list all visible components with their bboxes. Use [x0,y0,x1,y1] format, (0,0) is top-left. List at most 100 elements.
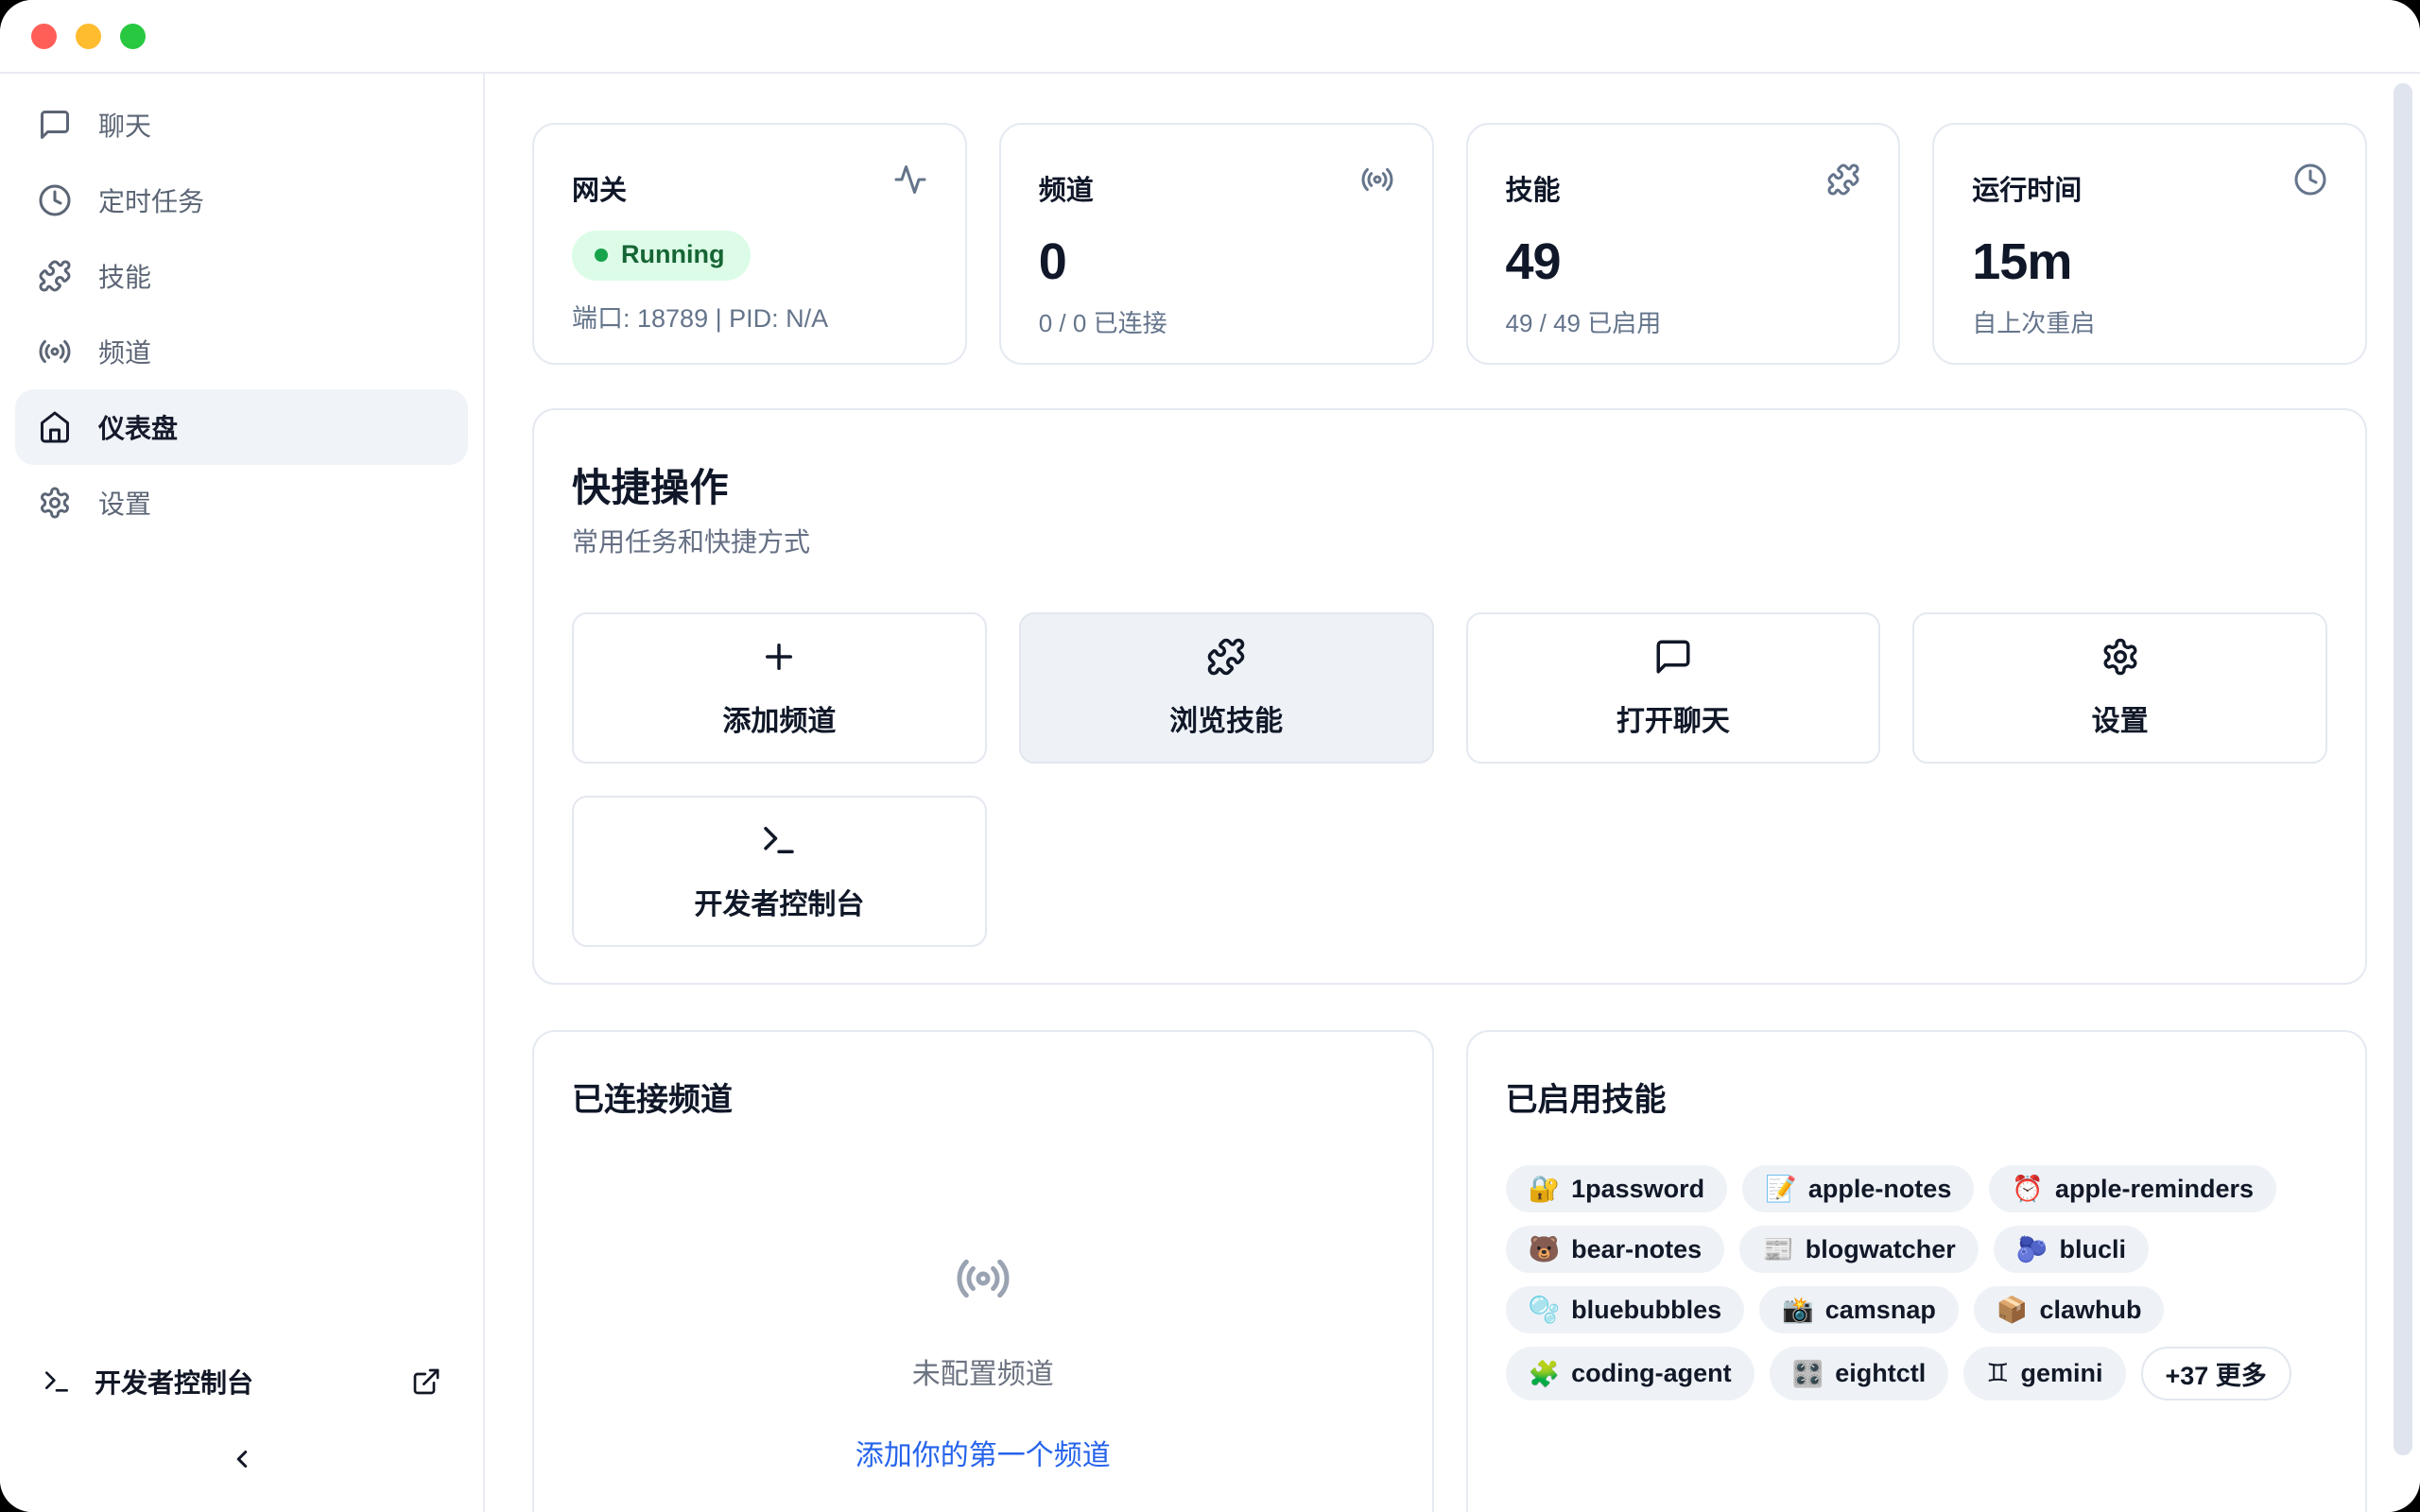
uptime-value: 15m [1972,232,2327,291]
skill-tag: 🔐1password [1506,1165,1728,1212]
dev-console-quick-button[interactable]: 开发者控制台 [572,796,987,947]
radio-icon [955,1250,1011,1307]
sidebar-item-settings[interactable]: 设置 [15,465,468,541]
package-emoji: 📦 [1996,1295,2029,1325]
chevron-left-icon [228,1445,256,1473]
dev-console-label: 开发者控制台 [95,1363,253,1400]
sidebar: 聊天 定时任务 技能 频道 仪表盘 设置 [0,74,485,1512]
enabled-skills-title: 已启用技能 [1506,1074,2328,1120]
app-window: 聊天 定时任务 技能 频道 仪表盘 设置 [0,0,2420,1512]
channels-card-title: 频道 [1039,163,1094,208]
gateway-detail: 端口: 18789 | PID: N/A [572,298,927,335]
skill-tag: ♊gemini [1963,1347,2125,1400]
maximize-button[interactable] [120,24,146,49]
sidebar-item-skills[interactable]: 技能 [15,238,468,314]
radio-icon [1360,163,1394,197]
enabled-skills-card: 已启用技能 🔐1password 📝apple-notes ⏰apple-rem… [1466,1030,2368,1512]
sidebar-item-chat[interactable]: 聊天 [15,87,468,163]
gateway-stat-card: 网关 Running 端口: 18789 | PID: N/A [532,123,967,365]
skills-detail: 49 / 49 已启用 [1506,304,1861,339]
sidebar-item-label: 仪表盘 [98,408,178,446]
knobs-emoji: 🎛️ [1792,1359,1824,1389]
memo-emoji: 📝 [1765,1174,1797,1204]
terminal-icon [42,1366,72,1397]
gateway-status-badge: Running [572,231,751,281]
external-link-icon[interactable] [411,1366,441,1397]
skill-tag: 🐻bear-notes [1506,1226,1725,1273]
browse-skills-button[interactable]: 浏览技能 [1019,612,1434,764]
puzzle-emoji: 🧩 [1529,1359,1561,1389]
add-channel-button[interactable]: 添加频道 [572,612,987,764]
uptime-stat-card: 运行时间 15m 自上次重启 [1932,123,2367,365]
newspaper-emoji: 📰 [1762,1234,1794,1264]
channels-stat-card: 频道 0 0 / 0 已连接 [999,123,1434,365]
channels-detail: 0 / 0 已连接 [1039,304,1394,339]
skill-tag: ⏰apple-reminders [1989,1165,2276,1212]
camera-emoji: 📸 [1782,1295,1814,1325]
sidebar-item-channels[interactable]: 频道 [15,314,468,389]
skill-tag: 🫐blucli [1994,1226,2149,1273]
show-more-skills-button[interactable]: +37 更多 [2141,1347,2291,1400]
open-chat-button[interactable]: 打开聊天 [1466,612,1881,764]
quick-actions-subtitle: 常用任务和快捷方式 [572,522,2327,559]
skills-stat-card: 技能 49 49 / 49 已启用 [1466,123,1901,365]
bubbles-emoji: 🫧 [1529,1295,1561,1325]
skill-tag: 📝apple-notes [1742,1165,1974,1212]
close-button[interactable] [31,24,57,49]
sidebar-collapse-button[interactable] [216,1433,268,1486]
activity-icon [893,163,927,197]
clock-icon [2293,163,2327,197]
skill-tag: 📰blogwatcher [1739,1226,1979,1273]
puzzle-icon [1206,637,1246,677]
skill-tag: 📸camsnap [1759,1286,1959,1333]
clock-icon [38,183,72,217]
titlebar [0,0,2420,74]
quick-actions-card: 快捷操作 常用任务和快捷方式 添加频道 浏览技能 打开聊天 设置 [532,408,2367,985]
channels-count: 0 [1039,232,1394,291]
connected-channels-card: 已连接频道 未配置频道 添加你的第一个频道 [532,1030,1434,1512]
sidebar-item-label: 频道 [98,333,151,370]
chat-icon [38,108,72,142]
stat-cards: 网关 Running 端口: 18789 | PID: N/A 频道 0 0 /… [532,123,2367,365]
dev-console-button[interactable]: 开发者控制台 [0,1344,483,1419]
gateway-card-title: 网关 [572,163,627,208]
sidebar-item-label: 设置 [98,484,151,522]
skill-tag: 🧩coding-agent [1506,1347,1754,1400]
alarm-emoji: ⏰ [2012,1174,2044,1204]
uptime-detail: 自上次重启 [1972,304,2327,339]
sidebar-item-scheduled-tasks[interactable]: 定时任务 [15,163,468,238]
sidebar-item-label: 定时任务 [98,181,204,219]
channels-empty-state: 未配置频道 添加你的第一个频道 [572,1250,1394,1473]
home-icon [38,410,72,444]
quick-actions-title: 快捷操作 [572,455,2327,512]
skill-tag: 📦clawhub [1974,1286,2165,1333]
skill-tag-list: 🔐1password 📝apple-notes ⏰apple-reminders… [1506,1165,2328,1400]
gear-icon [38,486,72,520]
radio-icon [38,335,72,369]
puzzle-icon [38,259,72,293]
skill-tag: 🫧bluebubbles [1506,1286,1745,1333]
main-content: 网关 Running 端口: 18789 | PID: N/A 频道 0 0 /… [487,74,2420,1512]
puzzle-icon [1826,163,1860,197]
settings-button[interactable]: 设置 [1912,612,2327,764]
empty-state-text: 未配置频道 [912,1350,1054,1392]
sidebar-item-label: 聊天 [98,106,151,144]
skill-tag: 🎛️eightctl [1770,1347,1949,1400]
gemini-emoji: ♊ [1986,1359,2009,1388]
scrollbar-thumb[interactable] [2394,83,2412,1455]
lock-emoji: 🔐 [1529,1174,1561,1204]
blueberries-emoji: 🫐 [2016,1234,2048,1264]
add-first-channel-link[interactable]: 添加你的第一个频道 [856,1432,1111,1473]
gear-icon [2100,637,2140,677]
terminal-icon [759,820,799,860]
skills-card-title: 技能 [1506,163,1561,208]
minimize-button[interactable] [76,24,101,49]
connected-channels-title: 已连接频道 [572,1074,1394,1120]
plus-icon [759,637,799,677]
status-dot [595,249,608,262]
sidebar-item-label: 技能 [98,257,151,295]
sidebar-item-dashboard[interactable]: 仪表盘 [15,389,468,465]
uptime-card-title: 运行时间 [1972,163,2082,208]
chat-icon [1653,637,1693,677]
bear-emoji: 🐻 [1529,1234,1561,1264]
